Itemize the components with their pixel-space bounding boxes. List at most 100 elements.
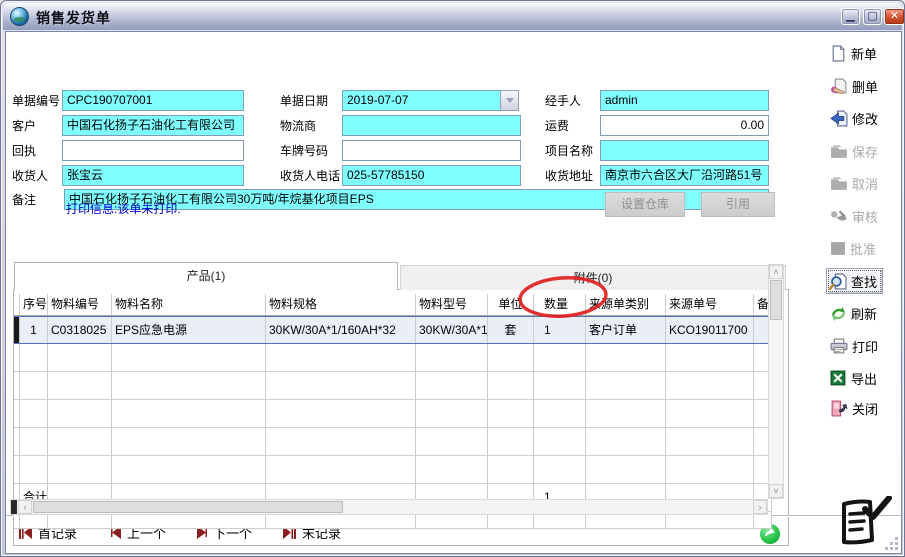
grid-cell: 1 xyxy=(20,317,48,343)
grid-cell xyxy=(586,456,666,483)
consignee-field[interactable]: 张宝云 xyxy=(62,165,244,186)
quote-button[interactable]: 引用 xyxy=(701,192,775,217)
vscroll-thumb[interactable] xyxy=(770,280,782,320)
grid-cell xyxy=(534,456,586,483)
resize-grip[interactable] xyxy=(885,537,898,550)
titlebar[interactable]: 销售发货单 ▁ ▢ ✕ xyxy=(3,3,902,30)
refresh-icon xyxy=(830,305,847,322)
grid-cell xyxy=(534,372,586,399)
grid-cell xyxy=(112,344,266,371)
approve-icon xyxy=(830,241,846,256)
grid-cell xyxy=(666,400,754,427)
table-header-row[interactable]: 序号物料编号物料名称物料规格物料型号单位数量来源单类别来源单号备注 xyxy=(14,294,772,316)
cancel-icon xyxy=(830,175,848,191)
chevron-down-icon xyxy=(506,98,514,103)
grid-cell: 30KW/30A*1/160AH*32 xyxy=(266,317,416,343)
grid-cell: 来源单类别 xyxy=(586,294,666,315)
grid-cell: 客户订单 xyxy=(586,317,666,343)
scroll-up-icon[interactable]: ˄ xyxy=(769,265,783,279)
sidebar-item-close[interactable]: 关闭 xyxy=(830,395,878,421)
sidebar-item-export[interactable]: 导出 xyxy=(830,365,877,391)
grid-cell: 数量 xyxy=(534,294,586,315)
table-empty-row xyxy=(14,400,772,428)
doc-date-label: 单据日期 xyxy=(280,94,328,108)
grid-cell: 来源单号 xyxy=(666,294,754,315)
grid-cell xyxy=(488,428,534,455)
scroll-left-icon[interactable]: ‹ xyxy=(18,500,32,514)
grid-cell xyxy=(266,456,416,483)
sidebar-item-audit: 审核 xyxy=(830,203,878,229)
scroll-right-icon[interactable]: › xyxy=(753,500,767,514)
close-door-icon xyxy=(830,400,848,417)
freight-label: 运费 xyxy=(545,119,569,133)
doc-date-dropdown-button[interactable] xyxy=(500,90,519,111)
logistics-field[interactable] xyxy=(342,115,521,136)
plate-no-label: 车牌号码 xyxy=(280,144,328,158)
sidebar-item-save: 保存 xyxy=(830,138,878,164)
sidebar-item-print[interactable]: 打印 xyxy=(830,333,878,359)
grid-cell xyxy=(48,372,112,399)
grid-cell xyxy=(112,372,266,399)
remark-label: 备注 xyxy=(12,193,36,207)
phone-label: 收货人电话 xyxy=(280,169,340,183)
doc-date-field[interactable]: 2019-07-07 xyxy=(342,90,501,111)
receipt-label: 回执 xyxy=(12,144,36,158)
handler-field[interactable]: admin xyxy=(600,90,769,111)
grid-cell xyxy=(586,372,666,399)
grid-cell: 物料型号 xyxy=(416,294,488,315)
grid-cell xyxy=(20,400,48,427)
plate-no-field[interactable] xyxy=(342,140,521,161)
tab-products[interactable]: 产品(1) xyxy=(14,262,398,290)
handler-label: 经手人 xyxy=(545,94,581,108)
horizontal-scrollbar[interactable]: ‹ › xyxy=(10,499,768,515)
sidebar-item-delete[interactable]: 删单 xyxy=(830,73,878,99)
tab-attachments[interactable]: 附件(0) xyxy=(400,265,786,290)
receipt-field[interactable] xyxy=(62,140,244,161)
doc-no-label: 单据编号 xyxy=(12,94,60,108)
grid-cell xyxy=(416,400,488,427)
sidebar-item-find[interactable]: 查找 xyxy=(826,268,883,294)
sidebar-item-new[interactable]: 新单 xyxy=(830,40,877,66)
table-empty-row xyxy=(14,372,772,400)
grid-cell xyxy=(112,428,266,455)
grid-cell xyxy=(586,428,666,455)
grid-cell: 单位 xyxy=(488,294,534,315)
table-empty-row xyxy=(14,428,772,456)
maximize-button[interactable]: ▢ xyxy=(863,8,882,25)
project-field[interactable] xyxy=(600,140,769,161)
grid-cell: 物料名称 xyxy=(112,294,266,315)
set-warehouse-button[interactable]: 设置仓库 xyxy=(605,192,685,217)
grid-corner-marker xyxy=(11,500,17,514)
hscroll-thumb[interactable] xyxy=(33,501,343,513)
grid-cell: 物料编号 xyxy=(48,294,112,315)
minimize-button[interactable]: ▁ xyxy=(841,8,860,25)
vertical-scrollbar[interactable]: ˄ ˅ xyxy=(768,264,784,499)
address-field[interactable]: 南京市六合区大厂沿河路51号 xyxy=(600,165,769,186)
table-empty-row xyxy=(14,456,772,484)
doc-no-field[interactable]: CPC190707001 xyxy=(62,90,244,111)
phone-field[interactable]: 025-57785150 xyxy=(342,165,521,186)
freight-field[interactable]: 0.00 xyxy=(600,115,769,136)
grid-cell xyxy=(416,372,488,399)
scroll-down-icon[interactable]: ˅ xyxy=(769,484,783,498)
sidebar-item-cancel: 取消 xyxy=(830,170,878,196)
grid-cell xyxy=(586,400,666,427)
delete-doc-icon xyxy=(830,78,848,95)
grid-cell xyxy=(534,428,586,455)
content-panel: 单据编号 CPC190707001 客户 中国石化扬子石油化工有限公司 回执 收… xyxy=(5,31,902,554)
close-button[interactable]: ✕ xyxy=(884,8,905,25)
sidebar-item-approve: 批准 xyxy=(830,235,876,261)
sidebar-item-modify[interactable]: 修改 xyxy=(830,105,878,131)
grid-cell xyxy=(266,428,416,455)
audit-icon xyxy=(830,208,848,224)
grid-cell xyxy=(488,400,534,427)
project-label: 项目名称 xyxy=(545,144,593,158)
grid-cell xyxy=(416,456,488,483)
sidebar-item-refresh[interactable]: 刷新 xyxy=(830,300,877,326)
grid-cell: 物料规格 xyxy=(266,294,416,315)
table-row[interactable]: 1C0318025EPS应急电源30KW/30A*1/160AH*3230KW/… xyxy=(14,316,772,344)
print-icon xyxy=(830,338,848,354)
grid-cell xyxy=(666,456,754,483)
window-title: 销售发货单 xyxy=(36,8,111,28)
customer-field[interactable]: 中国石化扬子石油化工有限公司 xyxy=(62,115,244,136)
